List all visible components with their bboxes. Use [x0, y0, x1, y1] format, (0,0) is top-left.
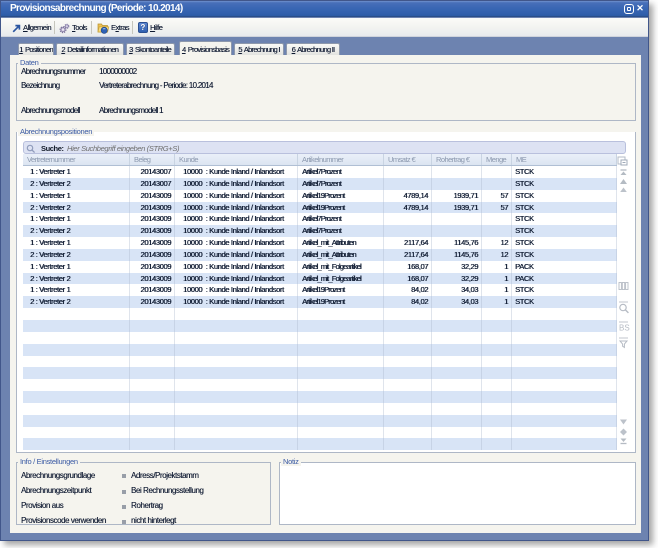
svg-text:BS: BS: [619, 324, 630, 333]
